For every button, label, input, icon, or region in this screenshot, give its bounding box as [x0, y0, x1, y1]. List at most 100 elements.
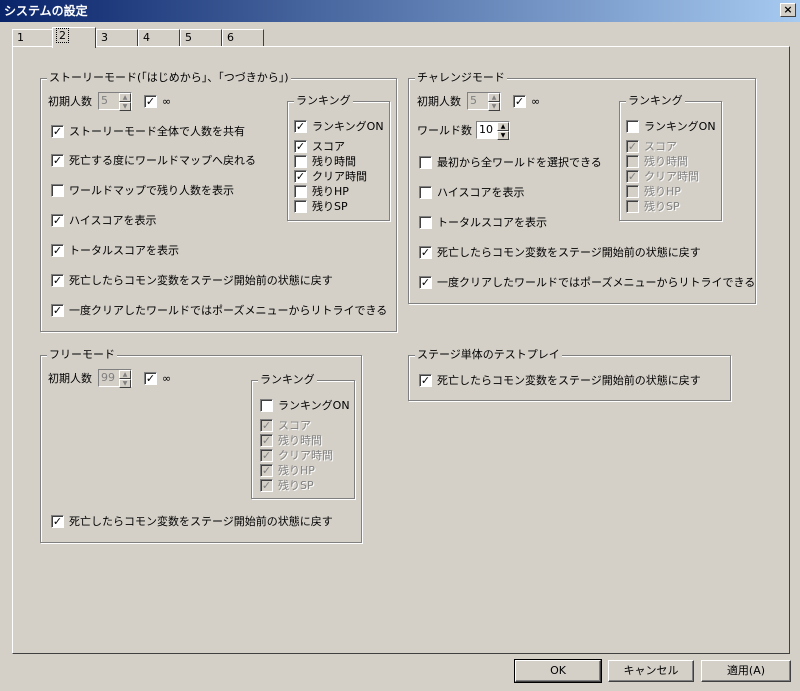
challenge-option-checkbox[interactable]	[419, 185, 432, 199]
free-ranking-on-row[interactable]: ランキングON	[260, 397, 350, 413]
challenge-world-count-spinner[interactable]: 10 ▲ ▼	[476, 121, 510, 140]
story-option-row[interactable]: ✓ ハイスコアを表示	[51, 212, 156, 228]
story-infinite-label: ∞	[162, 94, 172, 108]
story-ranking-on-row[interactable]: ✓ ランキングON	[294, 118, 384, 134]
challenge-ranking-checkbox[interactable]: ✓	[626, 139, 639, 153]
tab-6[interactable]: 6	[222, 29, 264, 47]
free-ranking-label: 残りSP	[278, 479, 314, 492]
free-ranking-item[interactable]: ✓ 残りHP	[260, 462, 315, 478]
challenge-ranking-checkbox[interactable]	[626, 154, 639, 168]
free-option-checkbox[interactable]: ✓	[51, 514, 64, 528]
challenge-option-label: 最初から全ワールドを選択できる	[437, 156, 602, 169]
free-infinite-label: ∞	[162, 371, 172, 385]
story-option-checkbox[interactable]	[51, 183, 64, 197]
tab-4[interactable]: 4	[138, 29, 180, 47]
challenge-option-checkbox[interactable]	[419, 155, 432, 169]
stage-test-option-checkbox[interactable]: ✓	[419, 373, 432, 387]
free-ranking-item[interactable]: ✓ クリア時間	[260, 447, 333, 463]
challenge-option-row[interactable]: トータルスコアを表示	[419, 214, 547, 230]
challenge-option-row[interactable]: ✓ 死亡したらコモン変数をステージ開始前の状態に戻す	[419, 244, 701, 260]
story-ranking-item[interactable]: 残りSP	[294, 198, 348, 214]
challenge-initial-lives-spinner[interactable]: 5 ▲ ▼	[467, 92, 501, 111]
challenge-ranking-checkbox[interactable]	[626, 184, 639, 198]
tab-5[interactable]: 5	[180, 29, 222, 47]
story-ranking-legend: ランキング	[294, 94, 353, 108]
free-option-row[interactable]: ✓ 死亡したらコモン変数をステージ開始前の状態に戻す	[51, 513, 333, 529]
challenge-option-row[interactable]: 最初から全ワールドを選択できる	[419, 154, 602, 170]
tab-2[interactable]: 2	[52, 27, 96, 48]
close-button[interactable]: ×	[780, 3, 796, 17]
free-ranking-item[interactable]: ✓ 残りSP	[260, 477, 314, 493]
free-initial-lives-spinner[interactable]: 99 ▲ ▼	[98, 369, 132, 388]
challenge-option-row[interactable]: ✓ 一度クリアしたワールドではポーズメニューからリトライできる	[419, 274, 755, 290]
free-mode-group: フリーモード 初期人数 99 ▲ ▼ ✓ ∞ ✓ 死亡したらコモン変数をステージ開…	[40, 348, 362, 543]
free-ranking-checkbox[interactable]: ✓	[260, 418, 273, 432]
story-option-row[interactable]: ✓ 死亡したらコモン変数をステージ開始前の状態に戻す	[51, 272, 333, 288]
story-option-checkbox[interactable]: ✓	[51, 303, 64, 317]
tab-1[interactable]: 1	[12, 29, 54, 47]
story-infinite-checkbox[interactable]: ✓	[144, 94, 157, 108]
free-ranking-item[interactable]: ✓ スコア	[260, 417, 311, 433]
story-option-checkbox[interactable]: ✓	[51, 213, 64, 227]
challenge-ranking-item[interactable]: 残り時間	[626, 153, 688, 169]
story-ranking-checkbox[interactable]	[294, 184, 307, 198]
story-initial-lives-spinner[interactable]: 5 ▲ ▼	[98, 92, 132, 111]
challenge-option-checkbox[interactable]: ✓	[419, 275, 432, 289]
story-option-row[interactable]: ✓ ストーリーモード全体で人数を共有	[51, 123, 245, 139]
challenge-ranking-on-checkbox[interactable]	[626, 119, 639, 133]
challenge-ranking-item[interactable]: ✓ スコア	[626, 138, 677, 154]
story-ranking-on-checkbox[interactable]: ✓	[294, 119, 307, 133]
free-option-label: 死亡したらコモン変数をステージ開始前の状態に戻す	[69, 515, 333, 528]
story-ranking-label: 残り時間	[312, 155, 356, 168]
story-option-label: トータルスコアを表示	[69, 244, 179, 257]
story-mode-legend: ストーリーモード(「はじめから」、「つづきから」)	[47, 71, 291, 85]
ok-button[interactable]: OK	[514, 659, 602, 683]
free-mode-legend: フリーモード	[47, 348, 117, 362]
challenge-ranking-checkbox[interactable]: ✓	[626, 169, 639, 183]
story-ranking-item[interactable]: ✓ クリア時間	[294, 168, 367, 184]
challenge-infinite-label: ∞	[531, 94, 541, 108]
story-option-row[interactable]: ✓ 死亡する度にワールドマップへ戻れる	[51, 152, 256, 168]
story-ranking-label: クリア時間	[312, 170, 367, 183]
challenge-option-label: トータルスコアを表示	[437, 216, 547, 229]
story-ranking-checkbox[interactable]	[294, 199, 307, 213]
story-option-checkbox[interactable]: ✓	[51, 243, 64, 257]
story-option-label: 死亡する度にワールドマップへ戻れる	[69, 154, 256, 167]
story-option-label: 死亡したらコモン変数をステージ開始前の状態に戻す	[69, 274, 333, 287]
story-option-row[interactable]: ✓ 一度クリアしたワールドではポーズメニューからリトライできる	[51, 302, 387, 318]
challenge-ranking-on-row[interactable]: ランキングON	[626, 118, 716, 134]
story-option-checkbox[interactable]: ✓	[51, 153, 64, 167]
story-ranking-checkbox[interactable]: ✓	[294, 169, 307, 183]
challenge-initial-lives-label: 初期人数	[417, 95, 461, 108]
stage-test-option-row[interactable]: ✓ 死亡したらコモン変数をステージ開始前の状態に戻す	[419, 372, 701, 388]
cancel-button[interactable]: キャンセル	[608, 660, 694, 682]
free-ranking-checkbox[interactable]: ✓	[260, 448, 273, 462]
story-ranking-checkbox[interactable]	[294, 154, 307, 168]
challenge-option-checkbox[interactable]: ✓	[419, 245, 432, 259]
story-ranking-item[interactable]: ✓ スコア	[294, 138, 345, 154]
challenge-infinite-checkbox[interactable]: ✓	[513, 94, 526, 108]
challenge-ranking-item[interactable]: ✓ クリア時間	[626, 168, 699, 184]
story-option-checkbox[interactable]: ✓	[51, 124, 64, 138]
free-ranking-checkbox[interactable]: ✓	[260, 463, 273, 477]
free-ranking-checkbox[interactable]: ✓	[260, 478, 273, 492]
challenge-ranking-item[interactable]: 残りSP	[626, 198, 680, 214]
free-ranking-on-checkbox[interactable]	[260, 398, 273, 412]
tab-3[interactable]: 3	[96, 29, 138, 47]
challenge-ranking-item[interactable]: 残りHP	[626, 183, 681, 199]
story-option-row[interactable]: ✓ トータルスコアを表示	[51, 242, 179, 258]
stage-test-group: ステージ単体のテストプレイ ✓ 死亡したらコモン変数をステージ開始前の状態に戻す	[408, 348, 731, 401]
story-ranking-item[interactable]: 残りHP	[294, 183, 349, 199]
story-ranking-checkbox[interactable]: ✓	[294, 139, 307, 153]
challenge-option-checkbox[interactable]	[419, 215, 432, 229]
challenge-ranking-checkbox[interactable]	[626, 199, 639, 213]
free-ranking-checkbox[interactable]: ✓	[260, 433, 273, 447]
free-ranking-item[interactable]: ✓ 残り時間	[260, 432, 322, 448]
challenge-option-row[interactable]: ハイスコアを表示	[419, 184, 524, 200]
story-option-row[interactable]: ワールドマップで残り人数を表示	[51, 182, 234, 198]
story-ranking-item[interactable]: 残り時間	[294, 153, 356, 169]
free-ranking-group: ランキング ランキングON ✓ スコア ✓ 残り時間 ✓ クリア時間 ✓ 残りH…	[251, 373, 355, 499]
free-infinite-checkbox[interactable]: ✓	[144, 371, 157, 385]
story-option-checkbox[interactable]: ✓	[51, 273, 64, 287]
apply-button[interactable]: 適用(A)	[701, 660, 791, 682]
